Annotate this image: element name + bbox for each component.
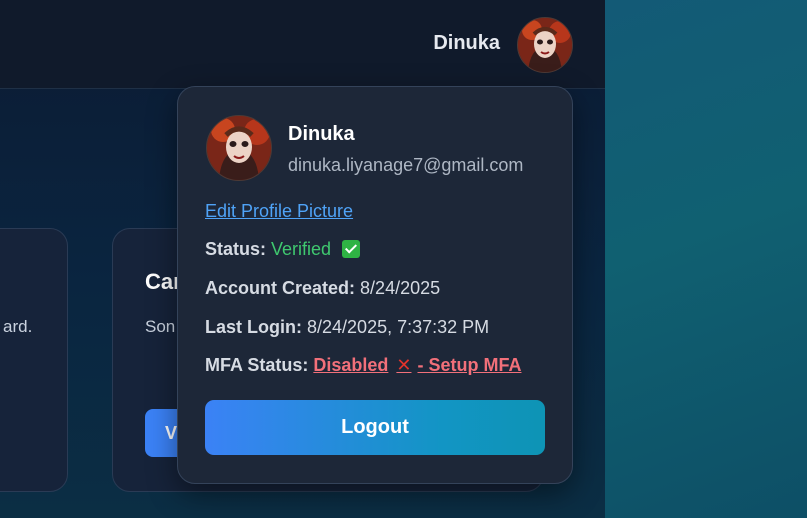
logout-button[interactable]: Logout xyxy=(205,400,545,455)
edit-profile-picture-link[interactable]: Edit Profile Picture xyxy=(205,201,353,222)
last-login-row: Last Login: 8/24/2025, 7:37:32 PM xyxy=(205,317,489,338)
status-value: Verified xyxy=(271,239,332,259)
profile-email: dinuka.liyanage7@gmail.com xyxy=(288,155,524,175)
user-profile-dropdown: Dinuka dinuka.liyanage7@gmail.com Edit P… xyxy=(177,86,573,484)
account-created-label: Account Created: xyxy=(205,278,356,298)
mfa-disabled-text: Disabled xyxy=(313,355,389,375)
setup-mfa-link[interactable]: Disabled ✕ - Setup MFA xyxy=(313,355,521,375)
account-created-value: 8/24/2025 xyxy=(360,278,441,298)
header-avatar[interactable] xyxy=(517,17,573,73)
avatar-image-icon xyxy=(518,18,572,72)
profile-avatar xyxy=(206,115,272,181)
profile-name: Dinuka xyxy=(288,123,355,145)
mfa-status-label: MFA Status: xyxy=(205,355,309,375)
card-description: Son xyxy=(145,317,176,336)
status-label: Status: xyxy=(205,239,267,259)
status-row: Status: Verified xyxy=(205,239,361,260)
card-description: ard. xyxy=(3,317,33,336)
account-created-row: Account Created: 8/24/2025 xyxy=(205,278,440,299)
last-login-label: Last Login: xyxy=(205,317,302,337)
header-user-name[interactable]: Dinuka xyxy=(433,32,500,55)
mfa-setup-text: - Setup MFA xyxy=(417,355,522,375)
top-navigation-bar: Dinuka xyxy=(0,0,605,89)
cross-mark-icon: ✕ xyxy=(396,355,412,375)
side-background-panel xyxy=(605,0,807,518)
check-mark-icon xyxy=(342,240,361,258)
mfa-status-row: MFA Status: Disabled ✕ - Setup MFA xyxy=(205,355,521,376)
dashboard-card-left: ard. xyxy=(0,228,68,492)
last-login-value: 8/24/2025, 7:37:32 PM xyxy=(307,317,490,337)
avatar-image-icon xyxy=(207,116,271,180)
